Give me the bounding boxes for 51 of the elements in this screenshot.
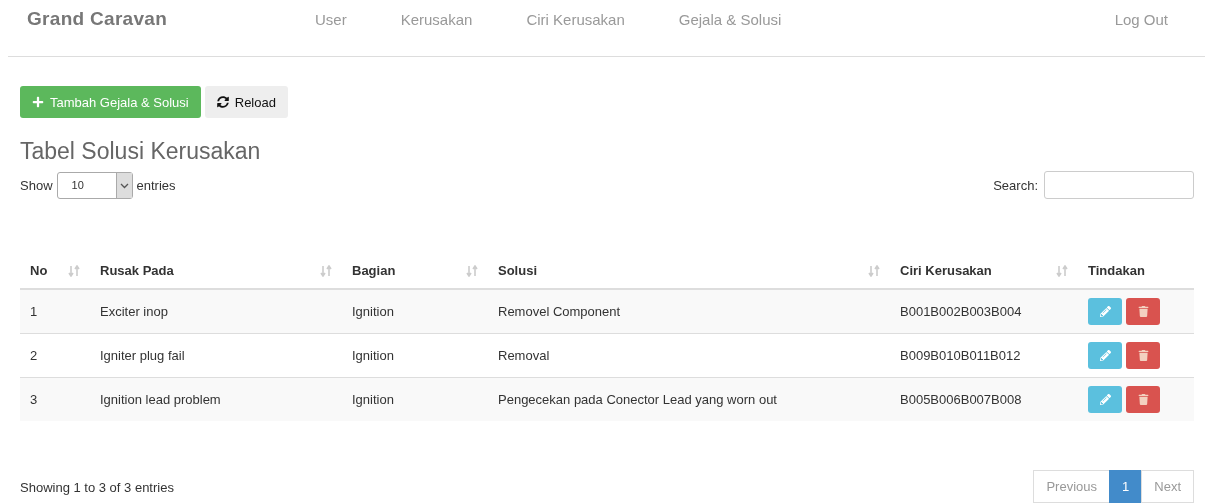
edit-button[interactable] xyxy=(1088,386,1122,413)
entries-select[interactable]: 10 xyxy=(56,171,133,199)
add-button[interactable]: Tambah Gejala & Solusi xyxy=(20,86,201,118)
delete-button[interactable] xyxy=(1126,342,1160,369)
search-label: Search: xyxy=(993,177,1038,193)
brand-name[interactable]: Grand Caravan xyxy=(27,8,297,30)
pencil-icon xyxy=(1099,394,1111,405)
nav-link[interactable]: Kerusakan xyxy=(400,10,473,28)
search-field[interactable] xyxy=(1044,171,1194,199)
table-cell: Removel Component xyxy=(488,289,890,334)
sort-icon xyxy=(868,264,880,277)
sort-icon xyxy=(466,264,478,277)
table-cell: 2 xyxy=(20,333,90,378)
logout-link[interactable]: Log Out xyxy=(1114,10,1168,28)
table-cell: 3 xyxy=(20,377,90,421)
table-cell: B001B002B003B004 xyxy=(890,289,1078,334)
page-link[interactable]: 1 xyxy=(1109,470,1143,503)
delete-button[interactable] xyxy=(1126,386,1160,413)
nav-link[interactable]: Gejala & Solusi xyxy=(678,10,782,28)
show-label: Show xyxy=(20,177,53,193)
table-cell: 1 xyxy=(20,289,90,334)
pencil-icon xyxy=(1099,350,1111,361)
table-cell: Ignition xyxy=(342,377,488,421)
trash-icon xyxy=(1137,350,1149,361)
table-title: Tabel Solusi Kerusakan xyxy=(20,138,262,165)
sort-icon xyxy=(1056,264,1068,277)
table-cell: Pengecekan pada Conector Lead yang worn out xyxy=(488,377,890,421)
table-cell: Igniter plug fail xyxy=(90,333,342,378)
edit-button[interactable] xyxy=(1088,298,1122,325)
trash-icon xyxy=(1137,306,1149,317)
plus-icon xyxy=(32,96,44,108)
table-cell: Ignition lead problem xyxy=(90,377,342,421)
table-cell: Ignition xyxy=(342,289,488,334)
nav-link[interactable]: Ciri Kerusakan xyxy=(526,10,625,28)
table-cell: Exciter inop xyxy=(90,289,342,334)
table-cell: B009B010B011B012 xyxy=(890,333,1078,378)
sort-icon xyxy=(68,264,80,277)
entries-label: entries xyxy=(136,177,176,193)
table-info: Showing 1 to 3 of 3 entries xyxy=(20,480,174,495)
table-cell: B005B006B007B008 xyxy=(890,377,1078,421)
pencil-icon xyxy=(1099,306,1111,317)
delete-button[interactable] xyxy=(1126,298,1160,325)
trash-icon xyxy=(1137,394,1149,405)
caret-icon xyxy=(115,172,132,198)
edit-button[interactable] xyxy=(1088,342,1122,369)
table-cell: Removal xyxy=(488,333,890,378)
reload-button[interactable]: Reload xyxy=(204,86,288,118)
nav-link[interactable]: User xyxy=(315,10,347,28)
table-cell: Ignition xyxy=(342,333,488,378)
refresh-icon xyxy=(216,96,229,108)
sort-icon xyxy=(320,264,332,277)
